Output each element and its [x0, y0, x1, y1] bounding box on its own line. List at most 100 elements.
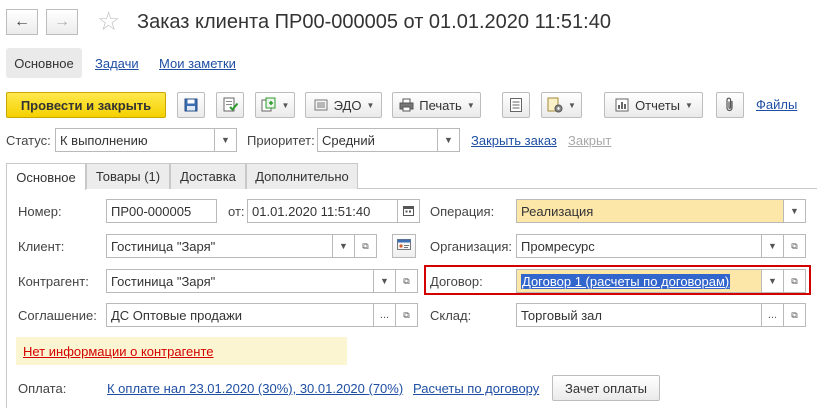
chevron-down-icon: ▼	[685, 100, 693, 110]
reports-icon	[614, 97, 630, 113]
reports-label: Отчеты	[635, 97, 680, 113]
inner-tab-main[interactable]: Основное	[6, 163, 86, 190]
calendar-icon	[403, 205, 414, 218]
status-select[interactable]: К выполнению	[55, 128, 215, 152]
agreement-open-button[interactable]: ⧉	[396, 303, 418, 327]
inner-tab-delivery[interactable]: Доставка	[170, 163, 246, 189]
priority-select[interactable]: Средний	[317, 128, 438, 152]
client-card-button[interactable]	[392, 234, 416, 258]
priority-label: Приоритет:	[247, 133, 315, 148]
create-based-on-button[interactable]: ▼	[255, 92, 295, 118]
close-order-link[interactable]: Закрыть заказ	[471, 133, 557, 148]
client-value: Гостиница "Заря"	[111, 238, 216, 254]
inner-tab-goods-label: Товары (1)	[95, 169, 161, 184]
inner-tab-additional-label: Дополнительно	[255, 169, 349, 184]
contract-field[interactable]: Договор 1 (расчеты по договорам)	[516, 269, 762, 293]
organization-field[interactable]: Промресурс	[516, 234, 762, 258]
priority-dropdown-button[interactable]: ▼	[438, 128, 460, 152]
operation-select[interactable]: Реализация	[516, 199, 784, 223]
post-button[interactable]	[216, 92, 244, 118]
contract-dropdown-button[interactable]: ▼	[762, 269, 784, 293]
post-and-close-button[interactable]: Провести и закрыть	[6, 92, 166, 118]
panel-left-border	[6, 188, 7, 408]
payment-label: Оплата:	[18, 381, 67, 396]
inner-tab-main-label: Основное	[16, 169, 76, 185]
counterparty-dropdown-button[interactable]: ▼	[374, 269, 396, 293]
edo-button[interactable]: ЭДО ▼	[305, 92, 382, 118]
closed-link[interactable]: Закрыт	[568, 133, 611, 148]
tab-main[interactable]: Основное	[6, 48, 82, 78]
counterparty-field[interactable]: Гостиница "Заря"	[106, 269, 374, 293]
status-value: К выполнению	[60, 132, 148, 148]
open-icon: ⧉	[791, 240, 798, 251]
list-icon	[508, 97, 524, 113]
print-button[interactable]: Печать ▼	[392, 92, 481, 118]
attach-file-button[interactable]	[716, 92, 744, 118]
client-dropdown-button[interactable]: ▼	[333, 234, 355, 258]
no-counterparty-info-link[interactable]: Нет информации о контрагенте	[23, 344, 214, 359]
print-label: Печать	[419, 97, 462, 113]
paperclip-icon	[722, 97, 738, 113]
document-gear-icon	[547, 97, 563, 113]
organization-dropdown-button[interactable]: ▼	[762, 234, 784, 258]
floppy-disk-icon	[183, 97, 199, 113]
star-icon[interactable]: ☆	[97, 8, 120, 34]
reports-button[interactable]: Отчеты ▼	[604, 92, 703, 118]
inner-tab-additional[interactable]: Дополнительно	[246, 163, 358, 189]
warehouse-field[interactable]: Торговый зал	[516, 303, 762, 327]
priority-value: Средний	[322, 132, 375, 148]
operation-label: Операция:	[430, 204, 495, 219]
chevron-down-icon: ▼	[281, 100, 290, 110]
chevron-down-icon: ▼	[768, 276, 777, 286]
organization-label: Организация:	[430, 239, 513, 254]
forward-button[interactable]: →	[46, 9, 78, 35]
organization-value: Промресурс	[521, 238, 595, 254]
chevron-down-icon: ▼	[444, 135, 453, 145]
warehouse-open-button[interactable]: ⧉	[784, 303, 806, 327]
tab-tasks[interactable]: Задачи	[95, 56, 139, 71]
agreement-value: ДС Оптовые продажи	[111, 307, 243, 323]
agreement-field[interactable]: ДС Оптовые продажи	[106, 303, 374, 327]
ellipsis-icon: ...	[767, 309, 778, 321]
tab-my-notes[interactable]: Мои заметки	[159, 56, 236, 71]
attachments-menu-button[interactable]: ▼	[541, 92, 582, 118]
save-button[interactable]	[177, 92, 205, 118]
contract-open-button[interactable]: ⧉	[784, 269, 806, 293]
agreement-select-button[interactable]: ...	[374, 303, 396, 327]
date-value: 01.01.2020 11:51:40	[252, 203, 371, 219]
number-field[interactable]: ПР00-000005	[106, 199, 217, 223]
organization-open-button[interactable]: ⧉	[784, 234, 806, 258]
client-field[interactable]: Гостиница "Заря"	[106, 234, 333, 258]
payment-schedule-link[interactable]: К оплате нал 23.01.2020 (30%), 30.01.202…	[107, 381, 403, 396]
post-and-close-label: Провести и закрыть	[20, 97, 152, 113]
warehouse-select-button[interactable]: ...	[762, 303, 784, 327]
operation-dropdown-button[interactable]: ▼	[784, 199, 806, 223]
open-icon: ⧉	[791, 309, 798, 320]
open-icon: ⧉	[403, 275, 410, 286]
counterparty-label: Контрагент:	[18, 274, 89, 289]
contract-value: Договор 1 (расчеты по договорам)	[521, 273, 731, 289]
inner-tab-goods[interactable]: Товары (1)	[86, 163, 170, 189]
offset-payment-button[interactable]: Зачет оплаты	[552, 375, 660, 401]
contract-settlements-link[interactable]: Расчеты по договору	[413, 381, 539, 396]
arrow-right-icon: →	[54, 13, 70, 30]
files-link[interactable]: Файлы	[756, 97, 797, 112]
warehouse-value: Торговый зал	[521, 307, 602, 323]
printer-icon	[398, 97, 414, 113]
chevron-down-icon: ▼	[790, 206, 799, 216]
calendar-button[interactable]	[398, 199, 420, 223]
tab-main-label: Основное	[14, 55, 74, 71]
date-label: от:	[228, 204, 245, 219]
chevron-down-icon: ▼	[221, 135, 230, 145]
status-dropdown-button[interactable]: ▼	[215, 128, 237, 152]
back-button[interactable]: ←	[6, 9, 38, 35]
post-document-icon	[222, 97, 238, 113]
client-open-button[interactable]: ⧉	[355, 234, 377, 258]
document-journal-button[interactable]	[502, 92, 530, 118]
counterparty-open-button[interactable]: ⧉	[396, 269, 418, 293]
edo-label: ЭДО	[333, 97, 362, 113]
date-field[interactable]: 01.01.2020 11:51:40	[247, 199, 398, 223]
contact-card-icon	[397, 239, 411, 253]
chevron-down-icon: ▼	[768, 241, 777, 251]
warehouse-label: Склад:	[430, 308, 472, 323]
